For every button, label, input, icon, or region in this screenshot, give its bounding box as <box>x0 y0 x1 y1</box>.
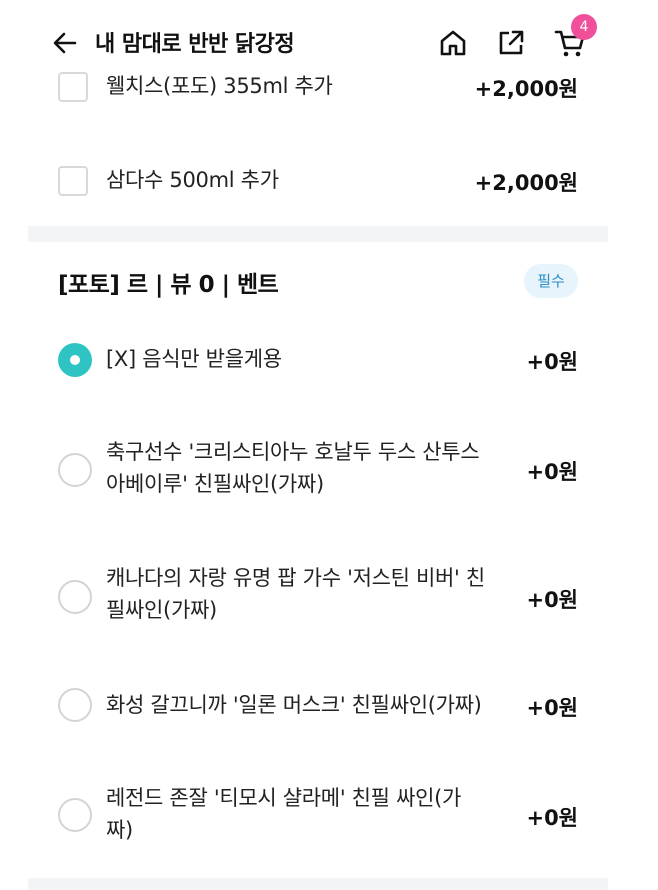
addon-checkbox[interactable] <box>58 72 88 102</box>
addon-price: +2,000원 <box>474 171 578 195</box>
radio-option[interactable]: [X] 음식만 받을게용 +0원 <box>0 340 658 380</box>
option-label-line: 아베이루' 친필싸인(가짜) <box>106 472 324 496</box>
arrow-left-icon <box>53 32 77 54</box>
addon-label: 삼다수 500ml 추가 <box>106 168 279 192</box>
radio-button[interactable] <box>58 580 92 614</box>
option-label: 레전드 존잘 '티모시 샬라메' 친필 싸인(가 짜) <box>106 782 461 846</box>
radio-option[interactable]: 화성 갈끄니까 '일론 머스크' 친필싸인(가짜) +0원 <box>0 688 658 728</box>
share-icon <box>499 30 524 55</box>
radio-button[interactable] <box>58 798 92 832</box>
radio-button-selected[interactable] <box>58 343 92 377</box>
back-button[interactable] <box>50 28 80 58</box>
option-price: +0원 <box>526 588 578 612</box>
radio-option[interactable]: 캐나다의 자랑 유명 팝 가수 '저스틴 비버' 친 필싸인(가짜) +0원 <box>0 562 658 632</box>
addon-checkbox[interactable] <box>58 166 88 196</box>
cart-count-badge: 4 <box>571 14 597 40</box>
section-title: [포토] 르 | 뷰 0 | 벤트 <box>58 272 279 298</box>
option-price: +0원 <box>526 350 578 374</box>
list-item[interactable]: 웰치스(포도) 355ml 추가 +2,000원 <box>0 70 658 110</box>
option-label-line: 축구선수 '크리스티아누 호날두 두스 산투스 <box>106 440 480 464</box>
section-divider <box>28 878 608 890</box>
option-label-line: 레전드 존잘 '티모시 샬라메' 친필 싸인(가 <box>106 786 462 810</box>
radio-button[interactable] <box>58 688 92 722</box>
list-item[interactable]: 삼다수 500ml 추가 +2,000원 <box>0 164 658 204</box>
option-label: 축구선수 '크리스티아누 호날두 두스 산투스 아베이루' 친필싸인(가짜) <box>106 436 480 500</box>
page-title: 내 맘대로 반반 닭강정 <box>95 32 295 57</box>
option-price: +0원 <box>526 696 578 720</box>
option-label-line: 짜) <box>106 818 133 842</box>
option-screen: 내 맘대로 반반 닭강정 4 웰치스(포도) 355ml 추가 +2,000원 <box>0 0 658 890</box>
radio-button[interactable] <box>58 453 92 487</box>
option-label: 캐나다의 자랑 유명 팝 가수 '저스틴 비버' 친 필싸인(가짜) <box>106 562 485 626</box>
option-label-line: 화성 갈끄니까 '일론 머스크' 친필싸인(가짜) <box>106 693 482 717</box>
option-label-line: 필싸인(가짜) <box>106 598 217 622</box>
option-price: +0원 <box>526 806 578 830</box>
section-divider <box>28 226 608 242</box>
option-label-line: 캐나다의 자랑 유명 팝 가수 '저스틴 비버' 친 <box>106 566 485 590</box>
radio-option[interactable]: 레전드 존잘 '티모시 샬라메' 친필 싸인(가 짜) +0원 <box>0 782 658 852</box>
home-button[interactable] <box>436 26 470 60</box>
option-label: [X] 음식만 받을게용 <box>106 343 282 375</box>
required-badge: 필수 <box>524 264 578 298</box>
radio-option[interactable]: 축구선수 '크리스티아누 호날두 두스 산투스 아베이루' 친필싸인(가짜) +… <box>0 434 658 504</box>
share-button[interactable] <box>494 26 528 60</box>
option-price: +0원 <box>526 460 578 484</box>
addon-label: 웰치스(포도) 355ml 추가 <box>106 74 333 98</box>
option-label: 화성 갈끄니까 '일론 머스크' 친필싸인(가짜) <box>106 689 482 721</box>
addon-price: +2,000원 <box>474 77 578 101</box>
home-icon <box>440 30 466 56</box>
option-label-line: [X] 음식만 받을게용 <box>106 347 282 371</box>
